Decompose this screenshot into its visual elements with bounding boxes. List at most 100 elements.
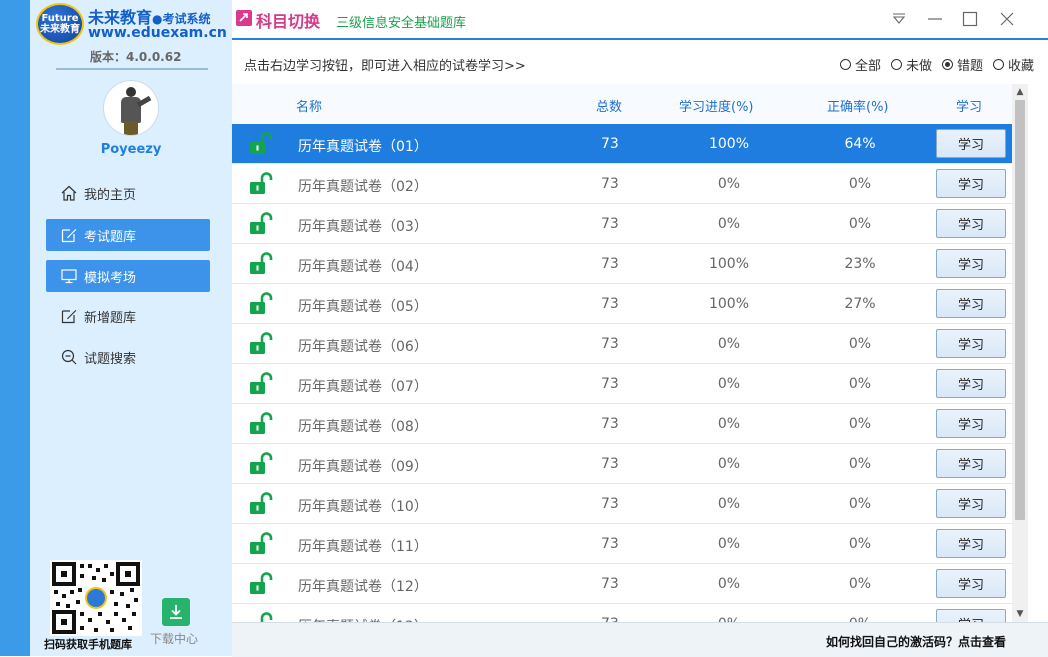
brand-logo-top: Future [41, 13, 79, 24]
table-row[interactable]: 历年真题试卷（06） 73 0% 0% 学习 [232, 324, 1012, 364]
table-row[interactable]: 历年真题试卷（08） 73 0% 0% 学习 [232, 404, 1012, 444]
study-button[interactable]: 学习 [936, 329, 1006, 358]
nav-item-new-bank[interactable]: 新增题库 [46, 300, 210, 332]
nav-label-mock-exam: 模拟考场 [84, 270, 137, 286]
filter-favorites[interactable]: 收藏 [992, 55, 1034, 74]
unlock-icon [248, 292, 274, 316]
study-button[interactable]: 学习 [936, 129, 1006, 158]
table-row[interactable]: 历年真题试卷（10） 73 0% 0% 学习 [232, 484, 1012, 524]
maximize-button[interactable] [959, 8, 981, 30]
accuracy-rate: 0% [848, 376, 872, 392]
filter-bar: 点击右边学习按钮，即可进入相应的试卷学习>> 全部 未做 错题 收藏 [232, 40, 1034, 84]
minimize-icon [928, 18, 942, 20]
subject-switch-title[interactable]: 科目切换 [256, 8, 320, 32]
table-header: 名称 总数 学习进度(%) 正确率(%) 学习 [232, 84, 1012, 125]
table-row[interactable]: 历年真题试卷（01） 73 100% 64% 学习 [232, 124, 1012, 164]
minimize-button[interactable] [924, 8, 946, 30]
accuracy-rate: 0% [848, 216, 872, 232]
question-total: 73 [601, 416, 619, 432]
study-button[interactable]: 学习 [936, 169, 1006, 198]
nav-label-new-bank: 新增题库 [84, 310, 137, 326]
column-header-study[interactable]: 学习 [956, 96, 982, 115]
study-progress: 0% [717, 176, 741, 192]
version-label: 版本：4.0.0.62 [90, 50, 182, 64]
study-button[interactable]: 学习 [936, 369, 1006, 398]
study-button[interactable]: 学习 [936, 449, 1006, 478]
accuracy-rate: 23% [844, 256, 876, 272]
brand-url: www.eduexam.cn [88, 25, 227, 41]
paper-name: 历年真题试卷（01） [298, 139, 428, 155]
current-subject: 三级信息安全基础题库 [336, 16, 467, 31]
study-button[interactable]: 学习 [936, 569, 1006, 598]
study-button[interactable]: 学习 [936, 609, 1006, 622]
paper-name: 历年真题试卷（08） [298, 419, 428, 435]
study-progress: 0% [717, 536, 741, 552]
brand-divider [56, 68, 208, 70]
username: Poyeezy [100, 142, 162, 157]
table-scrollbar[interactable]: ▲ ▼ [1012, 84, 1028, 622]
paper-name: 历年真题试卷（11） [298, 539, 428, 555]
table-row[interactable]: 历年真题试卷（07） 73 0% 0% 学习 [232, 364, 1012, 404]
study-progress: 100% [708, 296, 750, 312]
scroll-down-button[interactable]: ▼ [1012, 606, 1028, 622]
paper-name: 历年真题试卷（09） [298, 459, 428, 475]
activation-code-link[interactable]: 如何找回自己的激活码？点击查看 [826, 633, 1006, 650]
accuracy-rate: 0% [848, 176, 872, 192]
avatar[interactable] [103, 80, 159, 136]
filter-all[interactable]: 全部 [839, 55, 881, 74]
unlock-icon [248, 332, 274, 356]
close-button[interactable] [996, 8, 1018, 30]
filter-favorites-label: 收藏 [1007, 59, 1034, 74]
table-row[interactable]: 历年真题试卷（12） 73 0% 0% 学习 [232, 564, 1012, 604]
edit-icon [60, 226, 78, 244]
question-total: 73 [601, 456, 619, 472]
table-row[interactable]: 历年真题试卷（13）730%0%学习 [232, 604, 1012, 622]
column-header-progress[interactable]: 学习进度(%) [679, 96, 754, 115]
study-progress: 0% [717, 376, 741, 392]
question-total: 73 [601, 496, 619, 512]
dropdown-menu-button[interactable] [888, 8, 910, 30]
table-row[interactable]: 历年真题试卷（11） 73 0% 0% 学习 [232, 524, 1012, 564]
nav-item-search[interactable]: 试题搜索 [46, 341, 210, 373]
study-button[interactable]: 学习 [936, 209, 1006, 238]
home-icon [60, 184, 78, 202]
paper-name: 历年真题试卷（02） [298, 179, 428, 195]
scroll-up-button[interactable]: ▲ [1012, 84, 1028, 100]
maximize-icon [962, 11, 978, 27]
filter-wrong[interactable]: 错题 [941, 55, 983, 74]
study-button[interactable]: 学习 [936, 249, 1006, 278]
study-button[interactable]: 学习 [936, 289, 1006, 318]
nav-item-exam-bank[interactable]: 考试题库 [46, 219, 210, 251]
study-button[interactable]: 学习 [936, 529, 1006, 558]
table-row[interactable]: 历年真题试卷（04） 73 100% 23% 学习 [232, 244, 1012, 284]
column-header-name[interactable]: 名称 [296, 96, 322, 115]
accuracy-rate: 0% [848, 336, 872, 352]
nav-item-home[interactable]: 我的主页 [46, 177, 210, 209]
paper-name: 历年真题试卷（12） [298, 579, 428, 595]
table-row[interactable]: 历年真题试卷（02） 73 0% 0% 学习 [232, 164, 1012, 204]
study-button[interactable]: 学习 [936, 409, 1006, 438]
paper-name: 历年真题试卷（10） [298, 499, 428, 515]
filter-wrong-label: 错题 [956, 59, 983, 74]
switch-icon [236, 10, 252, 26]
title-bar: 科目切换 三级信息安全基础题库 [232, 0, 1048, 38]
download-icon[interactable] [162, 598, 190, 626]
table-row[interactable]: 历年真题试卷（05） 73 100% 27% 学习 [232, 284, 1012, 324]
unlock-icon [248, 252, 274, 276]
monitor-icon [60, 267, 78, 285]
download-center-label[interactable]: 下载中心 [150, 630, 198, 647]
column-header-total[interactable]: 总数 [596, 96, 622, 115]
filter-radio-group: 全部 未做 错题 收藏 [839, 55, 1034, 74]
table-row[interactable]: 历年真题试卷（03） 73 0% 0% 学习 [232, 204, 1012, 244]
filter-undone[interactable]: 未做 [890, 55, 932, 74]
study-progress: 100% [708, 256, 750, 272]
question-total: 73 [601, 576, 619, 592]
study-button[interactable]: 学习 [936, 489, 1006, 518]
nav-item-mock-exam[interactable]: 模拟考场 [46, 260, 210, 292]
column-header-accuracy[interactable]: 正确率(%) [827, 96, 889, 115]
table-row[interactable]: 历年真题试卷（09） 73 0% 0% 学习 [232, 444, 1012, 484]
scroll-thumb[interactable] [1015, 100, 1025, 520]
question-total: 73 [601, 336, 619, 352]
unlock-icon [248, 172, 274, 196]
unlock-icon [248, 212, 274, 236]
